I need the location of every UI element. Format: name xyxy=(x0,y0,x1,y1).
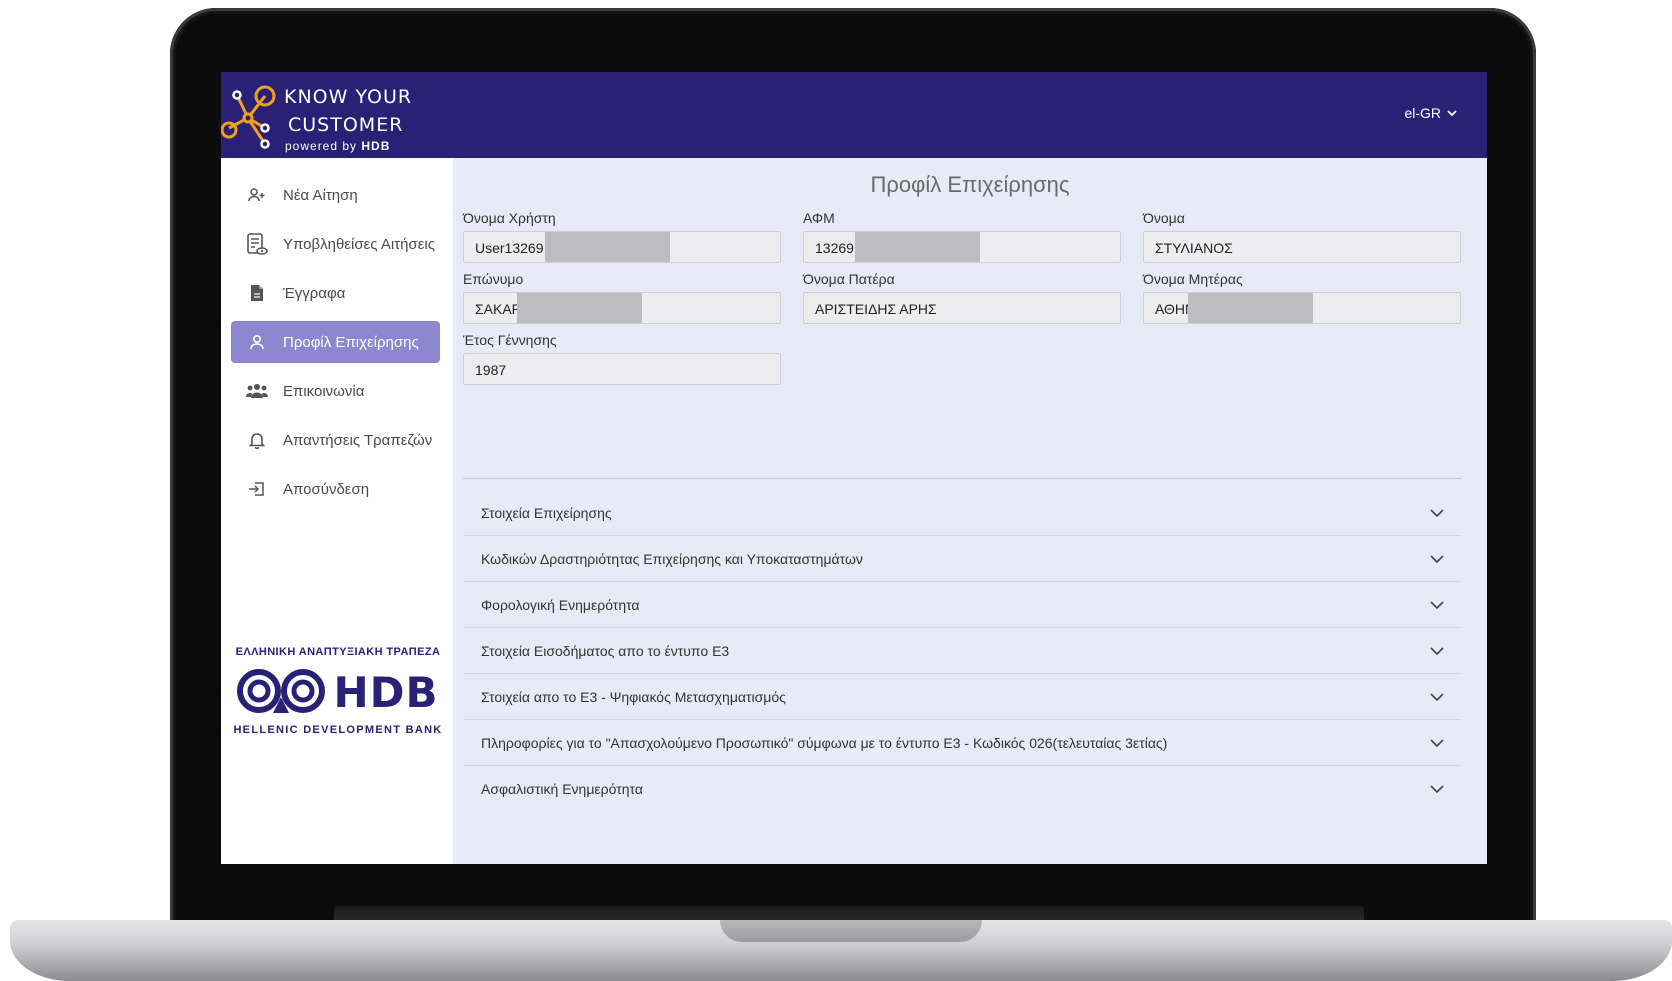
chevron-down-icon xyxy=(1413,738,1461,747)
hdb-bank-logo: ΕΛΛΗΝΙΚΗ ΑΝΑΠΤΥΞΙΑΚΗ ΤΡΑΠΕΖΑ HDB HELLENI… xyxy=(233,646,443,736)
chevron-down-icon xyxy=(1413,785,1461,793)
chevron-down-icon xyxy=(1413,508,1461,517)
afm-field[interactable]: 13269 xyxy=(803,231,1121,263)
father-name-value: ΑΡΙΣΤΕΙΔΗΣ ΑΡΗΣ xyxy=(815,301,937,317)
accordion-income-e3[interactable]: Στοιχεία Εισοδήματος απο το έντυπο Ε3 xyxy=(463,628,1461,674)
logo-title-line2: CUSTOMER xyxy=(288,114,404,136)
language-label: el-GR xyxy=(1404,105,1441,121)
accordion-digital-transformation[interactable]: Στοιχεία απο το Ε3 - Ψηφιακός Μετασχηματ… xyxy=(463,674,1461,720)
logo-powered-brand: HDB xyxy=(361,139,391,153)
group-icon xyxy=(231,383,283,399)
language-selector[interactable]: el-GR xyxy=(1404,105,1457,121)
network-nodes-icon xyxy=(221,85,276,149)
page-title: Προφίλ Επιχείρησης xyxy=(870,172,1070,197)
hdb-english-name: HELLENIC DEVELOPMENT BANK xyxy=(233,724,443,736)
user-icon xyxy=(231,334,283,350)
birth-year-label: Έτος Γέννησης xyxy=(463,332,557,348)
hdb-mark: HDB xyxy=(233,666,443,718)
username-label: Όνομα Χρήστη xyxy=(463,210,556,226)
sidebar-item-contact[interactable]: Επικοινωνία xyxy=(231,370,440,412)
logo-powered-by: powered by HDB xyxy=(285,139,390,153)
hdb-wordmark: HDB xyxy=(333,667,439,717)
sidebar-item-documents[interactable]: Έγγραφα xyxy=(231,272,440,314)
accordion-business-details[interactable]: Στοιχεία Επιχείρησης xyxy=(463,490,1461,536)
redaction-block xyxy=(1188,293,1313,323)
bell-icon xyxy=(231,431,283,449)
section-divider xyxy=(463,478,1461,479)
sidebar-item-business-profile[interactable]: Προφίλ Επιχείρησης xyxy=(231,321,440,363)
app-screen: KNOW YOUR CUSTOMER powered by HDB el-GR … xyxy=(221,72,1487,864)
sidebar-item-label: Απαντήσεις Τραπεζών xyxy=(283,431,433,449)
surname-field[interactable]: ΣΑΚΑΡ xyxy=(463,292,781,324)
mother-name-field[interactable]: ΑΘΗΝ xyxy=(1143,292,1461,324)
top-bar: KNOW YOUR CUSTOMER powered by HDB el-GR xyxy=(221,72,1487,158)
chevron-down-icon xyxy=(1413,554,1461,563)
sidebar: Νέα Αίτηση Υποβληθείσες Αιτήσεις Έγγραφα… xyxy=(221,158,453,864)
add-user-icon xyxy=(231,187,283,203)
mother-name-label: Όνομα Μητέρας xyxy=(1143,271,1243,287)
chevron-down-icon xyxy=(1447,110,1457,117)
afm-value: 13269 xyxy=(815,240,854,256)
first-name-field[interactable]: ΣΤΥΛΙΑΝΟΣ xyxy=(1143,231,1461,263)
surname-value: ΣΑΚΑΡ xyxy=(475,301,522,317)
laptop-notch xyxy=(720,920,982,942)
redaction-block xyxy=(855,232,980,262)
redaction-block xyxy=(517,293,642,323)
afm-label: ΑΦΜ xyxy=(803,210,835,226)
main-content: Προφίλ Επιχείρησης Όνομα Χρήστη User1326… xyxy=(453,158,1487,864)
document-icon xyxy=(231,284,283,302)
first-name-label: Όνομα xyxy=(1143,210,1185,226)
chevron-down-icon xyxy=(1413,646,1461,655)
submitted-list-icon xyxy=(231,232,283,256)
logo-powered-text: powered by xyxy=(285,139,358,153)
hdb-greek-name: ΕΛΛΗΝΙΚΗ ΑΝΑΠΤΥΞΙΑΚΗ ΤΡΑΠΕΖΑ xyxy=(235,646,441,658)
logo-title-line1: KNOW YOUR xyxy=(284,86,413,108)
accordion-title: Πληροφορίες για το "Απασχολούμενο Προσωπ… xyxy=(481,734,1168,751)
accordion-tax-clearance[interactable]: Φορολογική Ενημερότητα xyxy=(463,582,1461,628)
father-name-label: Όνομα Πατέρα xyxy=(803,271,895,287)
sidebar-item-label: Νέα Αίτηση xyxy=(283,186,358,204)
username-value: User13269 xyxy=(475,240,544,256)
first-name-value: ΣΤΥΛΙΑΝΟΣ xyxy=(1155,240,1233,256)
accordion-title: Στοιχεία Εισοδήματος απο το έντυπο Ε3 xyxy=(481,642,730,659)
kyc-logo[interactable]: KNOW YOUR CUSTOMER powered by HDB xyxy=(221,72,451,158)
accordion-title: Φορολογική Ενημερότητα xyxy=(481,596,640,613)
redaction-block xyxy=(545,232,670,262)
hdb-swirl-icon xyxy=(237,669,326,713)
accordion-title: Στοιχεία απο το Ε3 - Ψηφιακός Μετασχηματ… xyxy=(481,688,786,705)
father-name-field[interactable]: ΑΡΙΣΤΕΙΔΗΣ ΑΡΗΣ xyxy=(803,292,1121,324)
accordion-activity-codes[interactable]: Κωδικών Δραστηριότητας Επιχείρησης και Υ… xyxy=(463,536,1461,582)
sidebar-item-bank-responses[interactable]: Απαντήσεις Τραπεζών xyxy=(231,419,440,461)
accordion-employed-staff[interactable]: Πληροφορίες για το "Απασχολούμενο Προσωπ… xyxy=(463,720,1461,766)
accordion-title: Κωδικών Δραστηριότητας Επιχείρησης και Υ… xyxy=(481,550,863,567)
sidebar-item-label: Επικοινωνία xyxy=(283,382,365,400)
chevron-down-icon xyxy=(1413,600,1461,609)
sidebar-item-label: Προφίλ Επιχείρησης xyxy=(283,333,419,351)
accordion-title: Στοιχεία Επιχείρησης xyxy=(481,504,612,521)
sidebar-item-label: Αποσύνδεση xyxy=(283,480,370,498)
username-field[interactable]: User13269 xyxy=(463,231,781,263)
sidebar-item-label: Έγγραφα xyxy=(283,284,346,302)
accordion-insurance-clearance[interactable]: Ασφαλιστική Ενημερότητα xyxy=(463,766,1461,812)
sidebar-item-submitted-applications[interactable]: Υποβληθείσες Αιτήσεις xyxy=(231,223,440,265)
birth-year-value: 1987 xyxy=(475,362,507,378)
surname-label: Επώνυμο xyxy=(463,271,524,287)
accordion-title: Ασφαλιστική Ενημερότητα xyxy=(481,781,643,797)
logout-icon xyxy=(231,481,283,497)
birth-year-field[interactable]: 1987 xyxy=(463,353,781,385)
sidebar-item-label: Υποβληθείσες Αιτήσεις xyxy=(283,235,435,253)
sidebar-item-logout[interactable]: Αποσύνδεση xyxy=(231,468,440,510)
sidebar-item-new-application[interactable]: Νέα Αίτηση xyxy=(231,174,440,216)
chevron-down-icon xyxy=(1413,692,1461,701)
